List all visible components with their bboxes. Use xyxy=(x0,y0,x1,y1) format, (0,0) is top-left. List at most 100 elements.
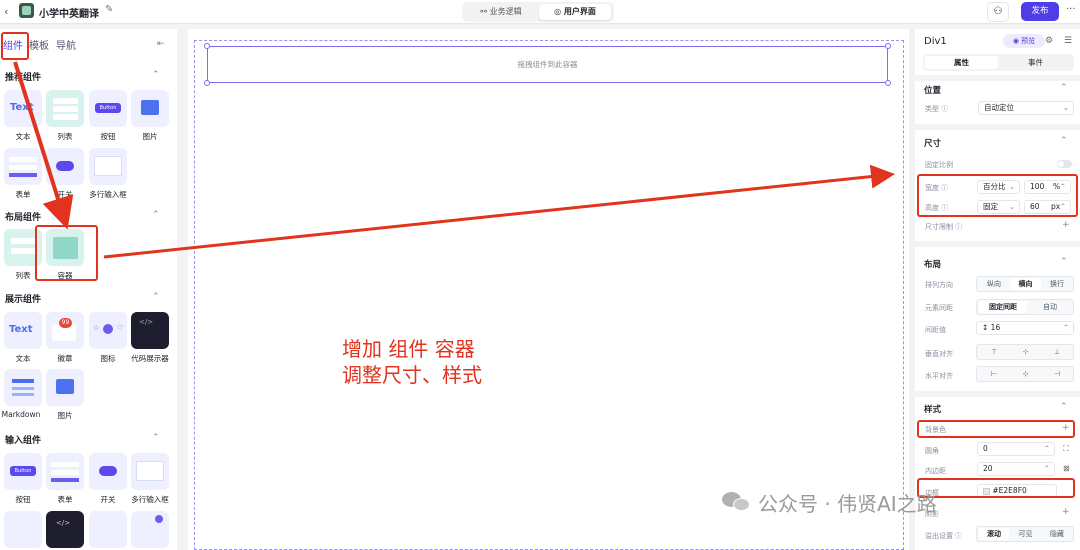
component-markdown[interactable] xyxy=(4,369,42,406)
corner-icon[interactable]: ⛶ xyxy=(1063,444,1069,454)
chevron-up-icon[interactable]: ⌃ xyxy=(1060,83,1068,93)
component-input-switch[interactable] xyxy=(89,453,127,490)
tab-properties[interactable]: 属性 xyxy=(925,56,998,69)
divider xyxy=(915,391,1080,397)
component-text[interactable]: Text xyxy=(4,90,42,127)
direction-vertical[interactable]: 纵向 xyxy=(979,278,1009,290)
chevron-up-icon[interactable]: ⌃ xyxy=(1060,402,1068,412)
align-center-icon[interactable]: ⊹ xyxy=(1010,368,1041,380)
chevron-left-icon[interactable]: ‹ xyxy=(4,5,8,18)
collaborators-button[interactable]: ⚇ xyxy=(987,2,1009,22)
overflow-options: 滚动 可见 隐藏 xyxy=(976,526,1074,542)
section-layout: 布局 xyxy=(924,260,942,270)
gap-input[interactable]: ↕ 16 ⌃ xyxy=(976,321,1074,335)
wechat-logo xyxy=(722,490,752,512)
chevron-up-icon[interactable]: ⌃ xyxy=(1060,257,1068,267)
stepper-icon: ⌃ xyxy=(1043,464,1050,473)
component-input-select[interactable] xyxy=(4,511,42,548)
component-input-textarea[interactable] xyxy=(131,453,169,490)
component-icon[interactable]: ☆ ♡ xyxy=(89,312,127,349)
highlight-box xyxy=(917,478,1075,498)
menu-icon[interactable]: ☰ xyxy=(1064,36,1072,46)
chevron-down-icon: ⌄ xyxy=(1062,103,1069,112)
position-type-select[interactable]: 自动定位 ⌄ xyxy=(978,101,1074,115)
highlight-box xyxy=(917,174,1078,217)
component-badge[interactable]: 99 xyxy=(46,312,84,349)
overflow-scroll[interactable]: 滚动 xyxy=(979,528,1009,540)
property-tabs: 属性 事件 xyxy=(923,54,1074,71)
padding-input[interactable]: 20 ⌃ xyxy=(977,462,1055,476)
tab-templates[interactable]: 模板 xyxy=(29,37,49,52)
overflow-visible[interactable]: 可见 xyxy=(1010,528,1041,540)
publish-button[interactable]: 发布 xyxy=(1021,2,1059,21)
tab-user-interface[interactable]: ◎ 用户界面 xyxy=(539,4,611,20)
toggle-icon xyxy=(56,161,74,171)
chevron-up-icon[interactable]: ⌃ xyxy=(152,292,160,302)
heart-icon: ♡ xyxy=(117,324,124,332)
collapse-panel-icon[interactable]: ⇤ xyxy=(157,39,165,49)
overflow-hidden[interactable]: 隐藏 xyxy=(1042,528,1072,540)
fixed-ratio-toggle[interactable] xyxy=(1057,160,1072,168)
direction-horizontal[interactable]: 横向 xyxy=(1010,278,1041,290)
component-input-dropdown[interactable] xyxy=(89,511,127,548)
tab-navigation[interactable]: 导航 xyxy=(56,37,76,52)
edit-icon[interactable]: ✎ xyxy=(105,4,113,15)
tab-business-logic[interactable]: ⚯ 业务逻辑 xyxy=(465,4,537,20)
add-icon[interactable]: + xyxy=(1062,220,1070,230)
gear-icon[interactable]: ⚙ xyxy=(1045,36,1053,46)
component-button[interactable]: Button xyxy=(89,90,127,127)
code-icon: </> xyxy=(139,318,154,326)
chevron-up-icon[interactable]: ⌃ xyxy=(152,70,160,80)
component-input-form[interactable] xyxy=(46,453,84,490)
resize-handle[interactable] xyxy=(885,43,891,49)
direction-wrap[interactable]: 换行 xyxy=(1042,278,1072,290)
divider xyxy=(915,241,1080,247)
chevron-up-icon[interactable]: ⌃ xyxy=(152,433,160,443)
vertical-align-options: ⊤ ⊹ ⊥ xyxy=(976,344,1074,360)
chevron-up-icon[interactable]: ⌃ xyxy=(152,210,160,220)
component-textarea[interactable] xyxy=(89,148,127,185)
more-icon[interactable]: ··· xyxy=(1066,4,1076,15)
align-bottom-icon[interactable]: ⊥ xyxy=(1042,346,1072,358)
app-title: 小学中英翻译 xyxy=(39,9,99,20)
spacing-auto[interactable]: 自动 xyxy=(1028,301,1072,313)
component-input-upload[interactable] xyxy=(131,511,169,548)
align-right-icon[interactable]: ⊣ xyxy=(1042,368,1072,380)
padding-sides-icon[interactable]: ⊠ xyxy=(1063,464,1070,473)
component-form[interactable] xyxy=(4,148,42,185)
align-left-icon[interactable]: ⊢ xyxy=(979,368,1009,380)
align-top-icon[interactable]: ⊤ xyxy=(979,346,1009,358)
resize-handle[interactable] xyxy=(204,80,210,86)
component-list[interactable] xyxy=(46,90,84,127)
resize-handle[interactable] xyxy=(885,80,891,86)
component-display-image[interactable] xyxy=(46,369,84,406)
divider xyxy=(915,124,1080,130)
chevron-up-icon[interactable]: ⌃ xyxy=(1060,136,1068,146)
image-icon xyxy=(141,100,159,115)
component-input-code[interactable]: </> xyxy=(46,511,84,548)
component-image[interactable] xyxy=(131,90,169,127)
design-canvas[interactable] xyxy=(188,29,909,550)
direction-options: 纵向 横向 换行 xyxy=(976,276,1074,292)
component-display-text[interactable]: Text xyxy=(4,312,42,349)
container-drop-zone[interactable]: 拖拽组件到此容器 xyxy=(207,46,888,83)
add-shadow-icon[interactable]: + xyxy=(1062,507,1070,517)
element-name: Div1 xyxy=(924,36,947,47)
radius-input[interactable]: 0 ⌃ xyxy=(977,442,1055,456)
tab-events[interactable]: 事件 xyxy=(999,56,1072,69)
resize-handle[interactable] xyxy=(204,43,210,49)
toggle-icon xyxy=(99,466,117,476)
spacing-fixed[interactable]: 固定间距 xyxy=(979,301,1027,313)
view-switcher: ⚯ 业务逻辑 ◎ 用户界面 xyxy=(462,2,614,22)
component-switch[interactable] xyxy=(46,148,84,185)
component-label: 代码展示器 xyxy=(131,354,169,363)
component-code-viewer[interactable]: </> xyxy=(131,312,169,349)
section-title: 展示组件 xyxy=(5,295,42,305)
app-logo xyxy=(19,3,34,18)
annotation-text: 调整尺寸、样式 xyxy=(342,363,482,387)
preview-button[interactable]: ◉ 预览 xyxy=(1003,34,1045,48)
align-middle-icon[interactable]: ⊹ xyxy=(1010,346,1041,358)
spacing-options: 固定间距 自动 xyxy=(976,299,1074,315)
component-input-button[interactable]: Button xyxy=(4,453,42,490)
section-style: 样式 xyxy=(924,405,942,415)
